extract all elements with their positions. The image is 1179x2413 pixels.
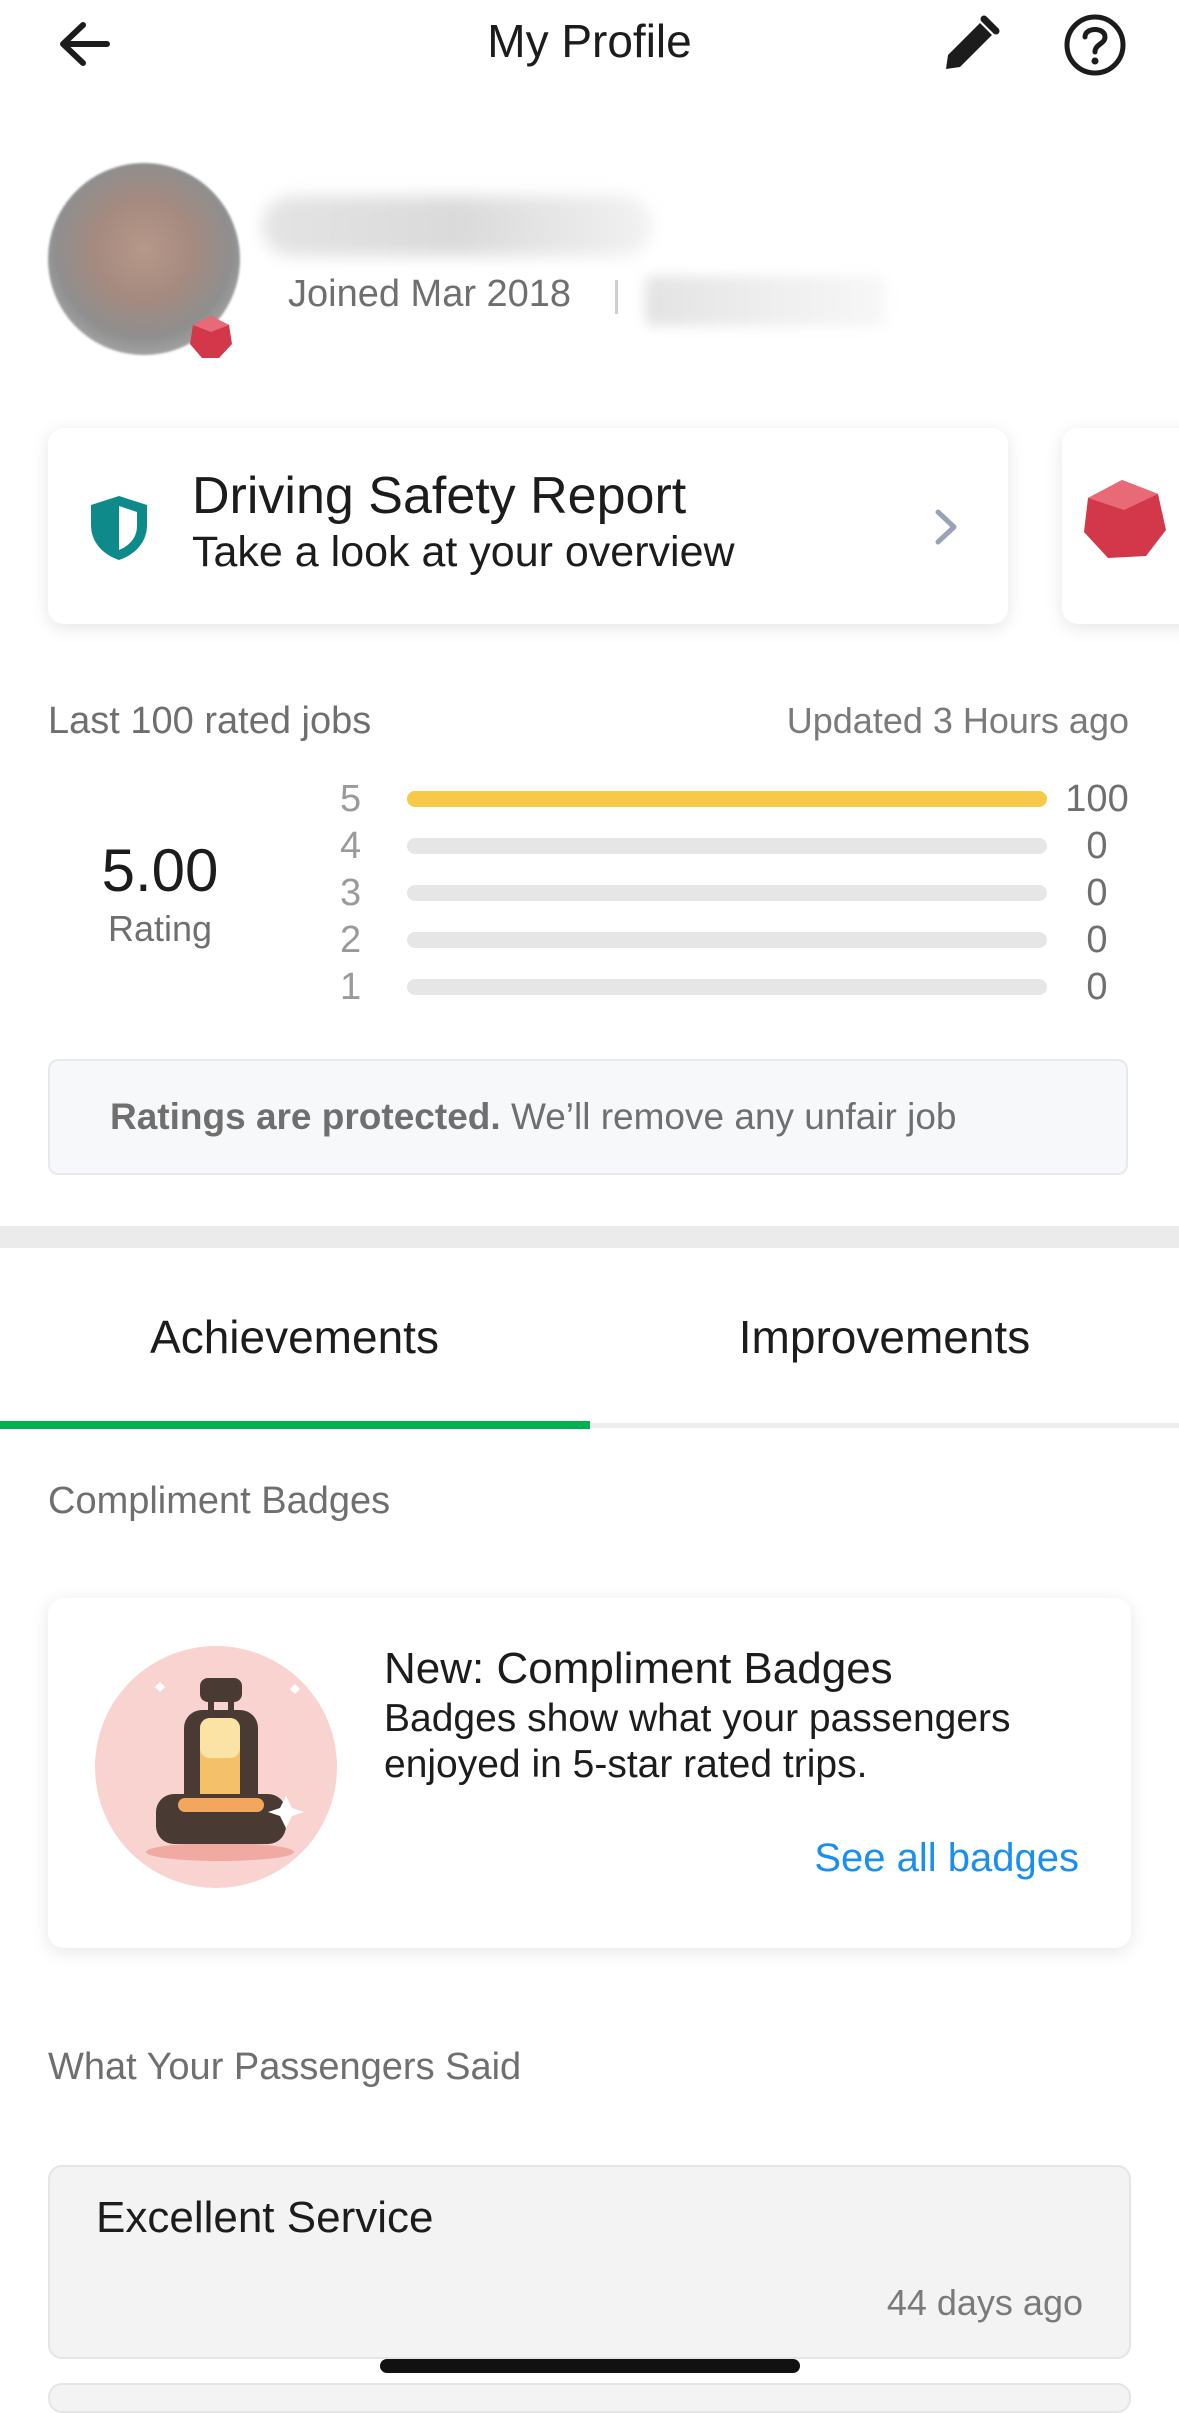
count-2: 0 [1086,919,1108,961]
compliment-badges-heading: Compliment Badges [48,1480,391,1522]
review-date: 44 days ago [886,2282,1083,2323]
rated-jobs-label: Last 100 rated jobs [48,700,372,742]
edit-profile-button[interactable] [935,10,1005,80]
ruby-gem-icon [188,314,234,360]
question-circle-icon [1064,14,1126,76]
driving-safety-report-card[interactable] [48,428,1008,624]
safety-report-title: Driving Safety Report [192,467,687,525]
car-seat-icon [120,1664,320,1874]
tier-card[interactable] [1062,428,1179,624]
rating-label: Rating [107,908,213,949]
shield-icon [86,493,152,563]
count-1: 0 [1086,966,1108,1008]
joined-date: Joined Mar 2018 [288,273,572,315]
section-divider [0,1226,1179,1248]
rating-bar-5 [407,791,1047,807]
home-indicator[interactable] [380,2359,800,2373]
rating-bar-3 [407,885,1047,901]
ratings-protected-text: Ratings are protected. We’ll remove any … [110,1096,957,1138]
review-card [48,2383,1131,2413]
rating-bar-1 [407,979,1047,995]
help-button[interactable] [1058,8,1132,82]
see-all-badges-link[interactable]: See all badges [814,1836,1079,1881]
ruby-gem-icon [1084,480,1166,558]
active-tab-indicator [0,1421,590,1429]
driver-name-redacted [262,196,652,256]
profile-detail-redacted [645,276,885,326]
star-label-4: 4 [340,825,362,867]
updated-time: Updated 3 Hours ago [786,700,1129,741]
ratings-protected-rest: We’ll remove any unfair job [510,1096,957,1137]
count-4: 0 [1086,825,1108,867]
star-label-3: 3 [340,872,362,914]
badges-promo-title: New: Compliment Badges [384,1644,893,1693]
tab-improvements[interactable]: Improvements [590,1310,1179,1364]
safety-report-subtitle: Take a look at your overview [192,528,735,576]
count-5: 100 [1065,778,1129,820]
count-3: 0 [1086,872,1108,914]
star-label-2: 2 [340,919,362,961]
chevron-right-icon [932,506,960,553]
passenger-feedback-heading: What Your Passengers Said [48,2046,522,2088]
tab-achievements[interactable]: Achievements [0,1310,589,1364]
pencil-icon [946,15,1000,69]
divider [615,280,618,314]
rating-bar-fill [407,791,1047,807]
average-rating: 5.00 [101,837,219,904]
rating-bar-4 [407,838,1047,854]
rating-bar-2 [407,932,1047,948]
badges-promo-description: Badges show what your passengers enjoyed… [384,1697,1011,1786]
star-label-1: 1 [340,966,362,1008]
review-text: Excellent Service [96,2193,434,2242]
ratings-protected-bold: Ratings are protected. [110,1096,501,1137]
star-label-5: 5 [340,778,362,820]
